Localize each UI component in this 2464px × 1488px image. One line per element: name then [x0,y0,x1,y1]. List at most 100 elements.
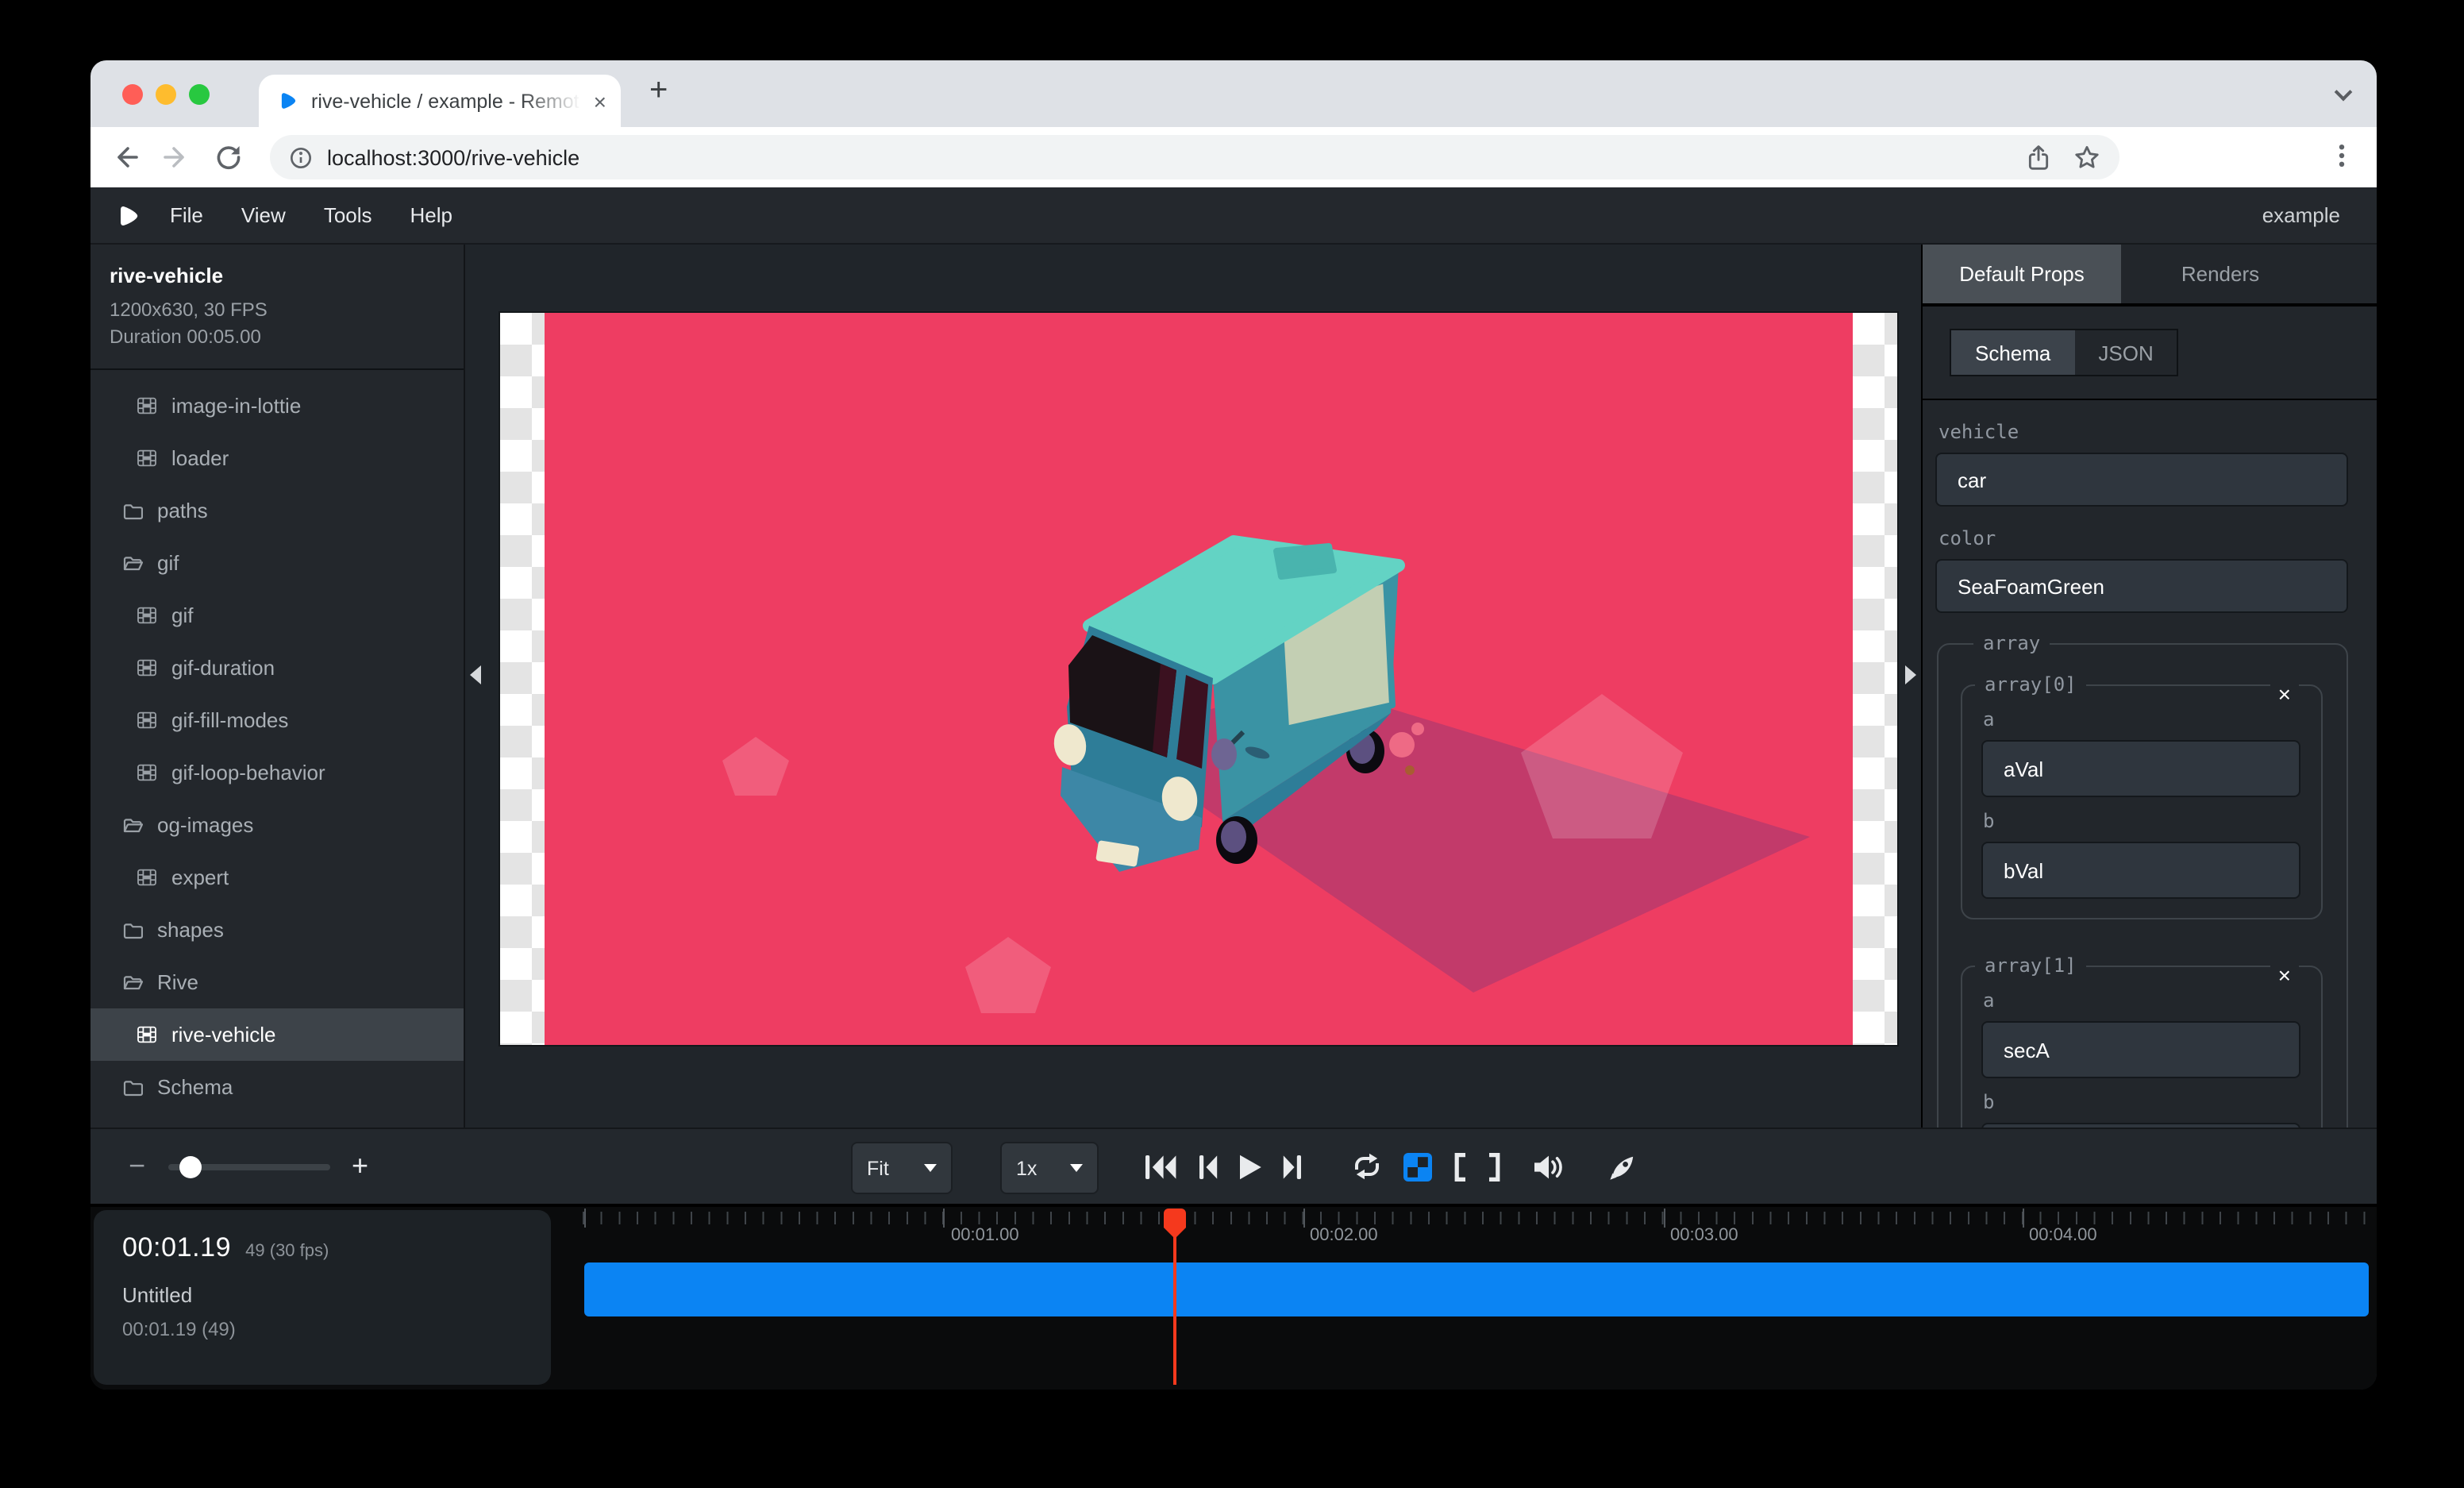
main-content: rive-vehicle 1200x630, 30 FPS Duration 0… [90,245,2377,1128]
sidebar-item-loader[interactable]: loader [90,432,464,484]
zoom-slider[interactable] [167,1163,329,1170]
right-panel-tabs: Default Props Renders [1923,245,2377,306]
sidebar-item-label: gif-loop-behavior [171,761,325,784]
new-tab-button[interactable]: + [649,73,668,110]
array-legend: array [1973,632,2050,654]
field-label-a: a [1983,989,2321,1012]
sidebar-item-label: shapes [157,918,224,942]
site-info-icon[interactable] [289,145,313,169]
tab-close-icon[interactable]: × [594,90,606,112]
ruler-label: 00:04.00 [2029,1226,2097,1245]
reload-icon[interactable] [213,143,241,172]
previous-frame-icon[interactable] [1197,1154,1218,1179]
minimize-window-button[interactable] [156,84,176,105]
maximize-window-button[interactable] [189,84,210,105]
array-1-a-input[interactable]: secA [1981,1021,2300,1078]
video-frame[interactable] [500,313,1897,1045]
ruler-major-tick [1303,1209,1305,1228]
sidebar-item-gif-loop-behavior[interactable]: gif-loop-behavior [90,746,464,799]
playback-rate-value: 1x [1016,1157,1037,1179]
sidebar-item-rive-vehicle[interactable]: rive-vehicle [90,1008,464,1061]
transparency-checkerboard-icon[interactable] [1403,1152,1432,1181]
composition-name: rive-vehicle [110,264,445,287]
sidebar-folder-rive[interactable]: Rive [90,956,464,1008]
sidebar-item-gif-duration[interactable]: gif-duration [90,642,464,694]
sidebar-folder-schema[interactable]: Schema [90,1061,464,1113]
sidebar-item-image-in-lottie[interactable]: image-in-lottie [90,380,464,432]
menu-file[interactable]: File [151,203,222,227]
array-1-remove-icon[interactable]: × [2270,961,2299,989]
tab-default-props[interactable]: Default Props [1923,245,2121,303]
transparency-checkerboard-left [500,313,545,1045]
timeline-ruler[interactable] [583,1212,2369,1224]
size-select[interactable]: Fit [851,1142,953,1194]
player-canvas-area [465,245,1921,1128]
schema-json-toggle: Schema JSON [1950,329,2179,376]
color-input[interactable]: SeaFoamGreen [1935,559,2348,613]
next-frame-icon[interactable] [1283,1154,1303,1179]
array-0-remove-icon[interactable]: × [2270,680,2299,708]
subtab-schema[interactable]: Schema [1951,330,2074,375]
chevron-down-icon [1070,1164,1083,1172]
bookmark-star-icon[interactable] [2073,144,2100,171]
collapse-left-sidebar-icon[interactable] [470,665,481,684]
sidebar-item-label: gif [171,603,193,627]
divider [1923,399,2377,400]
timeline-zoom-control: − + [129,1129,368,1204]
collapse-right-sidebar-icon[interactable] [1905,665,1916,684]
close-window-button[interactable] [122,84,143,105]
tab-renders[interactable]: Renders [2121,245,2320,303]
composition-duration: Duration 00:05.00 [110,324,445,351]
ruler-major-tick [943,1209,945,1228]
share-icon[interactable] [2026,144,2051,171]
compositions-sidebar: rive-vehicle 1200x630, 30 FPS Duration 0… [90,245,465,1128]
timeline-track-bar[interactable] [584,1262,2369,1316]
in-point-icon[interactable] [1453,1152,1467,1181]
back-icon[interactable] [111,143,140,172]
array-0-a-input[interactable]: aVal [1981,740,2300,797]
sidebar-folder-og-images[interactable]: og-images [90,799,464,851]
sidebar-folder-shapes[interactable]: shapes [90,904,464,956]
ruler-label: 00:03.00 [1670,1226,1738,1245]
out-point-icon[interactable] [1488,1152,1502,1181]
url-text[interactable]: localhost:3000/rive-vehicle [327,145,579,169]
sidebar-item-gif-fill-modes[interactable]: gif-fill-modes [90,694,464,746]
timeline-tracks-area[interactable]: 00:01.00 00:02.00 00:03.00 00:04.00 [583,1207,2369,1390]
sidebar-item-gif[interactable]: gif [90,589,464,642]
menu-view[interactable]: View [222,203,305,227]
subtab-json[interactable]: JSON [2074,330,2177,375]
zoom-out-icon[interactable]: − [129,1150,145,1183]
sidebar-folder-gif[interactable]: gif [90,537,464,589]
remotion-logo-icon[interactable] [116,202,141,228]
track-name[interactable]: Untitled [122,1283,551,1307]
address-bar[interactable]: localhost:3000/rive-vehicle [270,135,2119,179]
browser-tab[interactable]: rive-vehicle / example - Remot × [259,75,621,127]
render-rocket-icon[interactable] [1608,1152,1637,1181]
tab-search-chevron-icon[interactable] [2335,83,2353,102]
composition-list: image-in-lottie loader paths gif gif [90,370,464,1113]
loop-icon[interactable] [1351,1153,1383,1180]
play-icon[interactable] [1238,1154,1262,1179]
skip-to-start-icon[interactable] [1145,1154,1176,1179]
sidebar-item-expert[interactable]: expert [90,851,464,904]
sidebar-folder-paths[interactable]: paths [90,484,464,537]
playhead-handle[interactable] [1164,1209,1186,1228]
array-0-b-input[interactable]: bVal [1981,842,2300,899]
zoom-slider-handle[interactable] [179,1155,201,1178]
playback-rate-select[interactable]: 1x [1000,1142,1099,1194]
array-0-legend: array[0] [1975,673,2086,696]
sidebar-item-label: gif-duration [171,656,275,680]
browser-menu-icon[interactable] [2327,141,2356,170]
chevron-down-icon [924,1164,937,1172]
menu-tools[interactable]: Tools [305,203,391,227]
sidebar-item-label: loader [171,446,229,470]
menu-help[interactable]: Help [391,203,472,227]
vehicle-input[interactable]: car [1935,453,2348,507]
sidebar-item-label: gif-fill-modes [171,708,288,732]
field-label-a: a [1983,708,2321,731]
volume-icon[interactable] [1534,1154,1564,1179]
zoom-in-icon[interactable]: + [352,1150,368,1183]
transport-controls [1145,1129,1657,1204]
composition-resolution: 1200x630, 30 FPS [110,297,445,324]
forward-icon[interactable] [162,143,191,172]
